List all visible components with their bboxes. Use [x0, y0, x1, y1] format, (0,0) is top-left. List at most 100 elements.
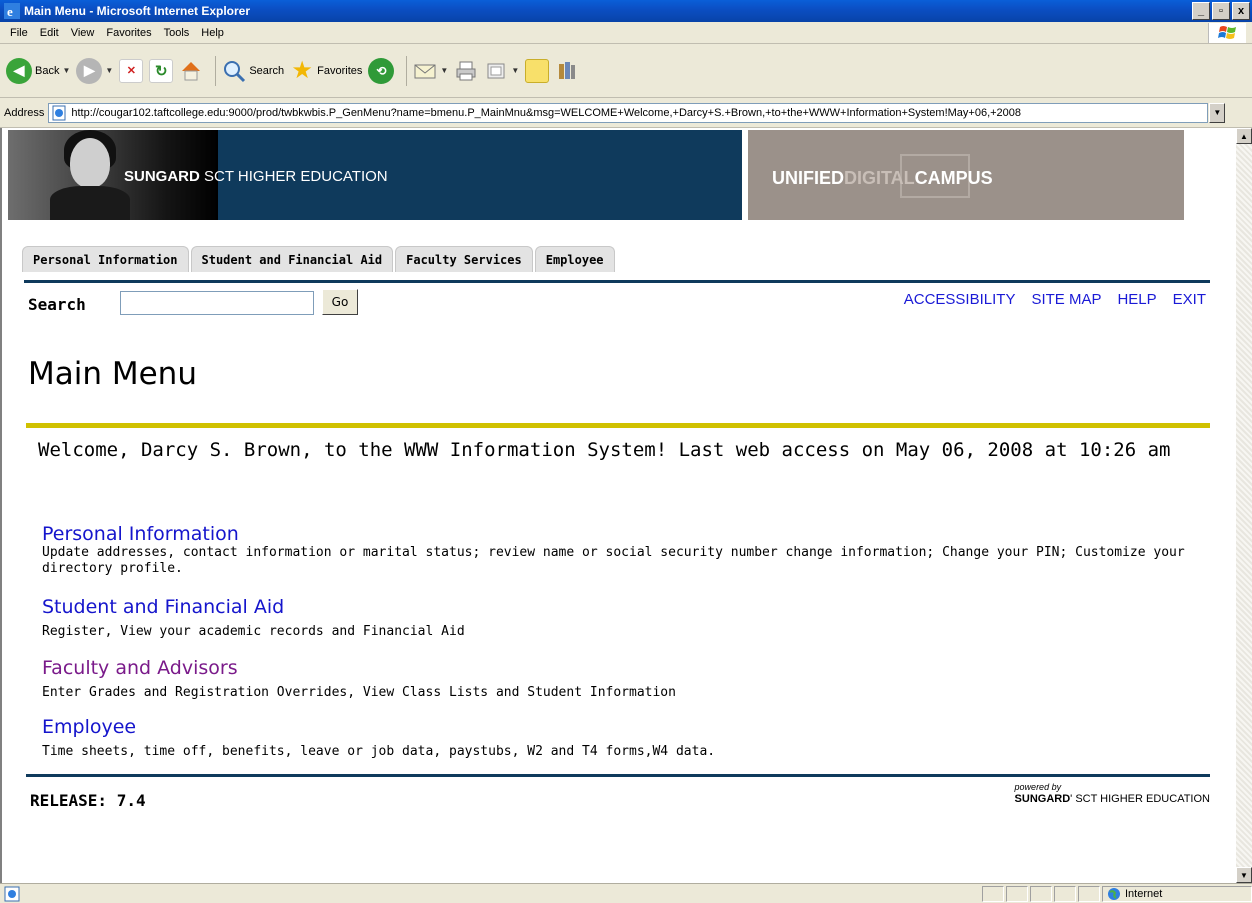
mail-button[interactable]: ▼: [413, 59, 448, 83]
sungard-bold: SUNGARD: [124, 168, 200, 185]
window-titlebar[interactable]: e Main Menu - Microsoft Internet Explore…: [0, 0, 1252, 22]
site-map-link[interactable]: SITE MAP: [1031, 291, 1101, 308]
printer-icon: [454, 59, 478, 83]
faculty-advisors-desc: Enter Grades and Registration Overrides,…: [42, 685, 676, 700]
status-cell: [1078, 885, 1100, 902]
page-content: SUNGARD SCT HIGHER EDUCATION UNIFIEDDIGI…: [0, 128, 1236, 883]
scroll-up-icon[interactable]: ▲: [1236, 128, 1252, 144]
favorites-button[interactable]: ★ Favorites: [290, 57, 363, 84]
home-button[interactable]: [179, 59, 203, 83]
accessibility-link[interactable]: ACCESSIBILITY: [904, 291, 1016, 308]
scroll-down-icon[interactable]: ▼: [1236, 867, 1252, 883]
go-button[interactable]: Go: [322, 289, 358, 315]
back-label: Back: [35, 64, 60, 77]
sungard-logo-text: SUNGARD SCT HIGHER EDUCATION: [124, 168, 388, 185]
menu-item-employee: Employee Time sheets, time off, benefits…: [42, 716, 1192, 760]
powered-rest: ' SCT HIGHER EDUCATION: [1070, 793, 1210, 805]
sungard-banner: SUNGARD SCT HIGHER EDUCATION: [8, 130, 742, 220]
minimize-button[interactable]: _: [1192, 2, 1210, 20]
back-dropdown-icon[interactable]: ▼: [62, 66, 70, 75]
unified-digital-campus-banner: UNIFIEDDIGITALCAMPUS: [748, 130, 1184, 220]
edit-dropdown-icon[interactable]: ▼: [511, 66, 519, 75]
magnifier-icon: [222, 59, 246, 83]
discuss-button[interactable]: [525, 58, 550, 83]
note-icon: [525, 58, 550, 83]
utility-links: ACCESSIBILITY SITE MAP HELP EXIT: [904, 291, 1206, 308]
exit-link[interactable]: EXIT: [1173, 291, 1206, 308]
udc-campus: CAMPUS: [914, 168, 993, 188]
refresh-icon: ↻: [149, 58, 174, 83]
back-arrow-icon: ◀: [6, 57, 32, 84]
powered-by-logo: powered by SUNGARD' SCT HIGHER EDUCATION: [1015, 782, 1210, 805]
menu-tools[interactable]: Tools: [164, 27, 190, 39]
security-zone: Internet: [1102, 885, 1252, 902]
address-input[interactable]: http://cougar102.taftcollege.edu:9000/pr…: [48, 102, 1209, 123]
menu-help[interactable]: Help: [201, 27, 224, 39]
personal-information-link[interactable]: Personal Information: [42, 523, 239, 545]
favorites-label: Favorites: [317, 64, 363, 77]
menu-bar: File Edit View Favorites Tools Help: [0, 22, 1252, 44]
powered-sungard: SUNGARD: [1014, 793, 1071, 805]
toolbar-separator: [215, 55, 217, 86]
search-toolbar-button[interactable]: Search: [222, 59, 284, 83]
tab-employee[interactable]: Employee: [534, 246, 615, 272]
forward-arrow-icon: ▶: [76, 57, 103, 84]
faculty-advisors-link[interactable]: Faculty and Advisors: [42, 657, 238, 679]
address-dropdown-icon[interactable]: ▼: [1209, 102, 1226, 123]
maximize-button[interactable]: ▫: [1212, 2, 1230, 20]
forward-dropdown-icon[interactable]: ▼: [105, 66, 113, 75]
employee-desc: Time sheets, time off, benefits, leave o…: [42, 744, 716, 759]
globe-icon: [1108, 887, 1120, 900]
address-url: http://cougar102.taftcollege.edu:9000/pr…: [71, 106, 1022, 119]
status-bar: Internet: [0, 883, 1252, 903]
student-financial-aid-desc: Register, View your academic records and…: [42, 624, 465, 639]
nav-divider: [24, 280, 1210, 283]
udc-digital: DIGITAL: [844, 168, 915, 188]
back-button[interactable]: ◀ Back ▼: [6, 57, 70, 84]
address-bar: Address http://cougar102.taftcollege.edu…: [0, 98, 1252, 128]
mail-icon: [413, 59, 437, 83]
tab-personal-information[interactable]: Personal Information: [22, 246, 189, 272]
release-version: RELEASE: 7.4: [30, 791, 146, 810]
edit-button[interactable]: ▼: [484, 59, 519, 83]
mail-dropdown-icon[interactable]: ▼: [440, 66, 448, 75]
status-cell: [1030, 885, 1052, 902]
student-financial-aid-link[interactable]: Student and Financial Aid: [42, 596, 284, 618]
powered-by-text: powered by: [1014, 782, 1062, 792]
star-icon: ★: [291, 57, 313, 84]
tab-faculty-services[interactable]: Faculty Services: [395, 246, 533, 272]
books-icon: [555, 59, 579, 83]
menu-item-faculty-advisors: Faculty and Advisors Enter Grades and Re…: [42, 657, 1192, 701]
employee-link[interactable]: Employee: [42, 716, 136, 738]
refresh-button[interactable]: ↻: [149, 58, 174, 83]
menu-favorites[interactable]: Favorites: [106, 27, 151, 39]
search-toolbar-label: Search: [249, 64, 285, 77]
vertical-scrollbar[interactable]: ▲ ▼: [1236, 128, 1252, 883]
toolbar-separator: [406, 55, 408, 86]
sungard-rest: SCT HIGHER EDUCATION: [199, 168, 388, 185]
menu-view[interactable]: View: [71, 27, 95, 39]
menu-item-personal-information: Personal Information Update addresses, c…: [42, 523, 1192, 577]
personal-information-desc: Update addresses, contact information or…: [42, 545, 1185, 576]
help-link[interactable]: HELP: [1117, 291, 1156, 308]
status-cell: [982, 885, 1004, 902]
history-button[interactable]: ⟲: [368, 57, 395, 84]
research-button[interactable]: [555, 59, 579, 83]
search-input[interactable]: [120, 291, 314, 315]
udc-unified: UNIFIED: [772, 168, 844, 188]
footer-divider: [26, 774, 1210, 777]
forward-button[interactable]: ▶ ▼: [76, 57, 113, 84]
close-button[interactable]: x: [1232, 2, 1250, 20]
udc-logo-text: UNIFIEDDIGITALCAMPUS: [772, 168, 993, 189]
tab-student-financial-aid[interactable]: Student and Financial Aid: [190, 246, 394, 272]
ie-icon: e: [4, 3, 20, 19]
search-label: Search: [28, 295, 86, 314]
page-title: Main Menu: [28, 356, 197, 392]
stop-icon: ✕: [119, 58, 144, 83]
window-title: Main Menu - Microsoft Internet Explorer: [24, 4, 251, 18]
page-icon: [52, 105, 66, 120]
menu-edit[interactable]: Edit: [40, 27, 59, 39]
print-button[interactable]: [454, 59, 478, 83]
stop-button[interactable]: ✕: [119, 58, 144, 83]
menu-file[interactable]: File: [10, 27, 28, 39]
